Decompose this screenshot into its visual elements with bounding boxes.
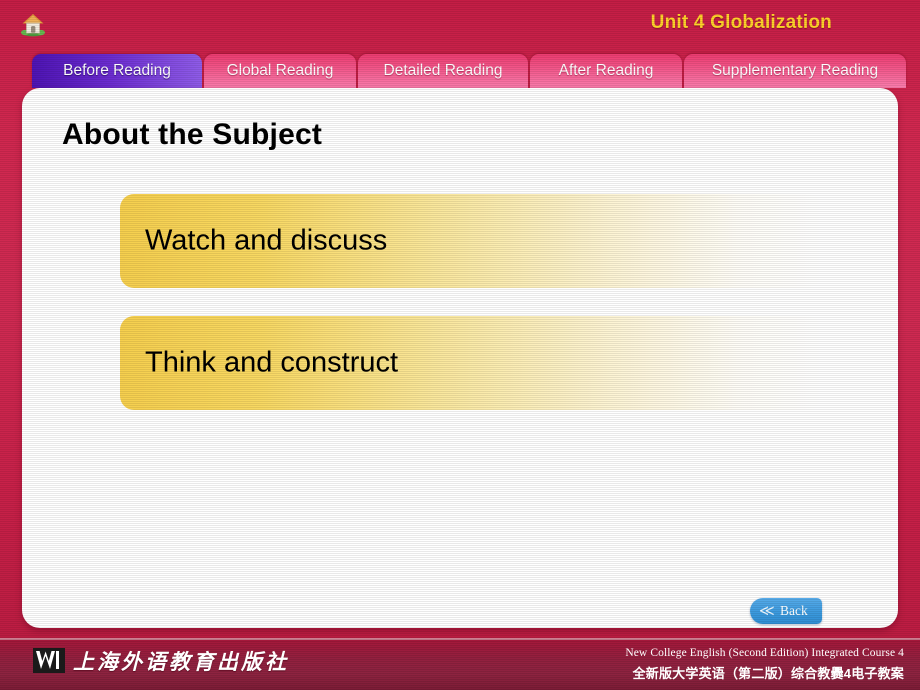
- header-bar: Unit 4 Globalization: [0, 0, 920, 50]
- footer-divider: [0, 638, 920, 640]
- unit-title: Unit 4 Globalization: [650, 12, 832, 33]
- course-title-en: New College English (Second Edition) Int…: [625, 647, 904, 659]
- topic-label: Think and construct: [145, 346, 399, 379]
- tab-global-reading[interactable]: Global Reading: [204, 54, 356, 88]
- tab-detailed-reading[interactable]: Detailed Reading: [358, 54, 528, 88]
- page-title: About the Subject: [62, 118, 323, 151]
- double-chevron-left-icon: ≪: [759, 602, 775, 620]
- tab-before-reading[interactable]: Before Reading: [32, 54, 202, 88]
- course-info-block: New College English (Second Edition) Int…: [625, 647, 904, 682]
- home-icon[interactable]: [20, 11, 46, 37]
- content-panel: About the Subject Watch and discuss Thin…: [22, 88, 898, 628]
- footer-bar: 上海外语教育出版社 New College English (Second Ed…: [0, 638, 920, 690]
- back-button-label: Back: [780, 603, 808, 618]
- tab-after-reading[interactable]: After Reading: [530, 54, 682, 88]
- tab-supplementary-reading[interactable]: Supplementary Reading: [684, 54, 906, 88]
- publisher-name: 上海外语教育出版社: [73, 650, 289, 674]
- publisher-logo-icon: [32, 646, 66, 676]
- topic-item-watch-and-discuss[interactable]: Watch and discuss: [120, 194, 822, 288]
- topic-item-think-and-construct[interactable]: Think and construct: [120, 316, 822, 410]
- back-button[interactable]: ≪ Back: [750, 598, 822, 624]
- tab-bar: Before Reading Global Reading Detailed R…: [0, 54, 920, 90]
- publisher-block: 上海外语教育出版社: [32, 646, 289, 676]
- course-title-cn: 全新版大学英语（第二版）综合教爨4电子教案: [632, 666, 904, 681]
- topic-label: Watch and discuss: [145, 224, 388, 257]
- slide-stage: Unit 4 Globalization Before Reading Glob…: [0, 0, 920, 690]
